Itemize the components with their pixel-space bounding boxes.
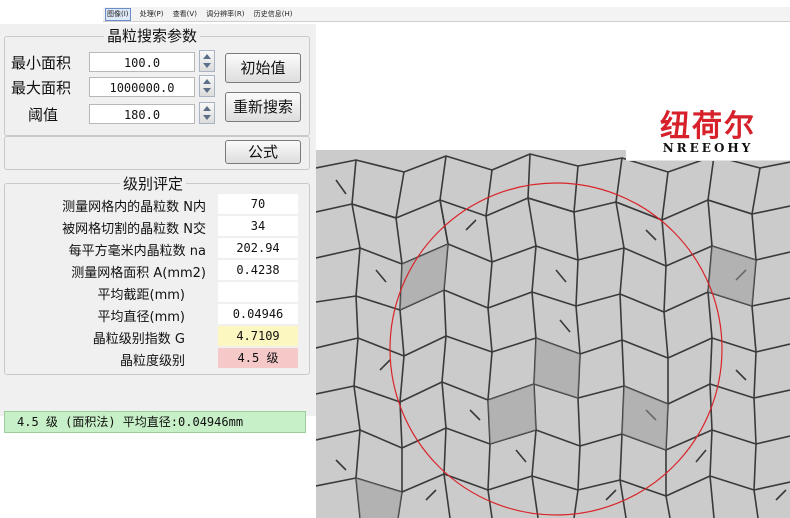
grade-row-label: 测量网格内的晶粒数 N内	[62, 200, 206, 215]
min-area-spinner[interactable]	[199, 50, 215, 72]
brand-logo: 纽荷尔 NREEOHY	[626, 99, 790, 161]
max-area-field[interactable]: 1000000.0	[89, 77, 195, 97]
menu-process[interactable]: 处理(P)	[140, 7, 164, 21]
menu-image[interactable]: 图像(I)	[105, 8, 131, 21]
grade-row-label: 平均截距(mm)	[97, 288, 185, 303]
spin-up-icon[interactable]	[203, 54, 211, 59]
grade-row-value: 202.94	[218, 238, 298, 258]
menu-history[interactable]: 历史信息(H)	[254, 7, 293, 21]
grade-row-label: 晶粒级别指数 G	[92, 332, 185, 347]
grade-row-value: 0.4238	[218, 260, 298, 280]
spin-down-icon[interactable]	[203, 88, 211, 93]
menu-bar: 图像(I) 处理(P) 查看(V) 调分辨率(R) 历史信息(H)	[103, 7, 790, 22]
grain-index-value: 4.7109	[218, 326, 298, 346]
max-area-spinner[interactable]	[199, 75, 215, 97]
formula-button[interactable]: 公式	[225, 140, 301, 164]
grade-row-label: 平均直径(mm)	[97, 310, 185, 325]
grade-row-label: 每平方毫米内晶粒数 na	[68, 244, 206, 259]
grain-micrograph	[316, 150, 790, 518]
logo-chinese-text: 纽荷尔	[660, 109, 756, 144]
control-panel: 晶粒搜索参数 最小面积 100.0 最大面积 1000000.0 阈值 180.…	[0, 24, 316, 433]
initial-value-button[interactable]: 初始值	[225, 53, 301, 83]
threshold-field[interactable]: 180.0	[89, 104, 195, 124]
spin-down-icon[interactable]	[203, 115, 211, 120]
min-area-field[interactable]: 100.0	[89, 52, 195, 72]
research-button[interactable]: 重新搜索	[225, 92, 301, 122]
metallograph-image[interactable]	[316, 150, 790, 518]
grade-row-label: 晶粒度级别	[119, 354, 185, 369]
grade-row-value	[218, 282, 298, 302]
threshold-label: 阈值	[28, 106, 59, 124]
result-status-bar: 4.5 级 (面积法) 平均直径:0.04946mm	[4, 411, 306, 433]
logo-english-text: NREEOHY	[662, 141, 754, 155]
spin-up-icon[interactable]	[203, 79, 211, 84]
max-area-label: 最大面积	[11, 79, 72, 97]
grade-title: 级别评定	[120, 173, 187, 194]
menu-resolution[interactable]: 调分辨率(R)	[206, 7, 244, 21]
grade-row-label: 被网格切割的晶粒数 N交	[62, 222, 206, 237]
grade-row-value: 34	[218, 216, 298, 236]
min-area-label: 最小面积	[11, 54, 72, 72]
grain-grade-value: 4.5 级	[218, 348, 298, 368]
grade-row-label: 测量网格面积 A(mm2)	[71, 266, 206, 281]
grade-row-value: 70	[218, 194, 298, 214]
grade-row-value: 0.04946	[218, 304, 298, 324]
spin-down-icon[interactable]	[203, 63, 211, 68]
threshold-spinner[interactable]	[199, 102, 215, 124]
search-params-title: 晶粒搜索参数	[104, 25, 201, 46]
menu-view[interactable]: 查看(V)	[173, 7, 197, 21]
spin-up-icon[interactable]	[203, 106, 211, 111]
